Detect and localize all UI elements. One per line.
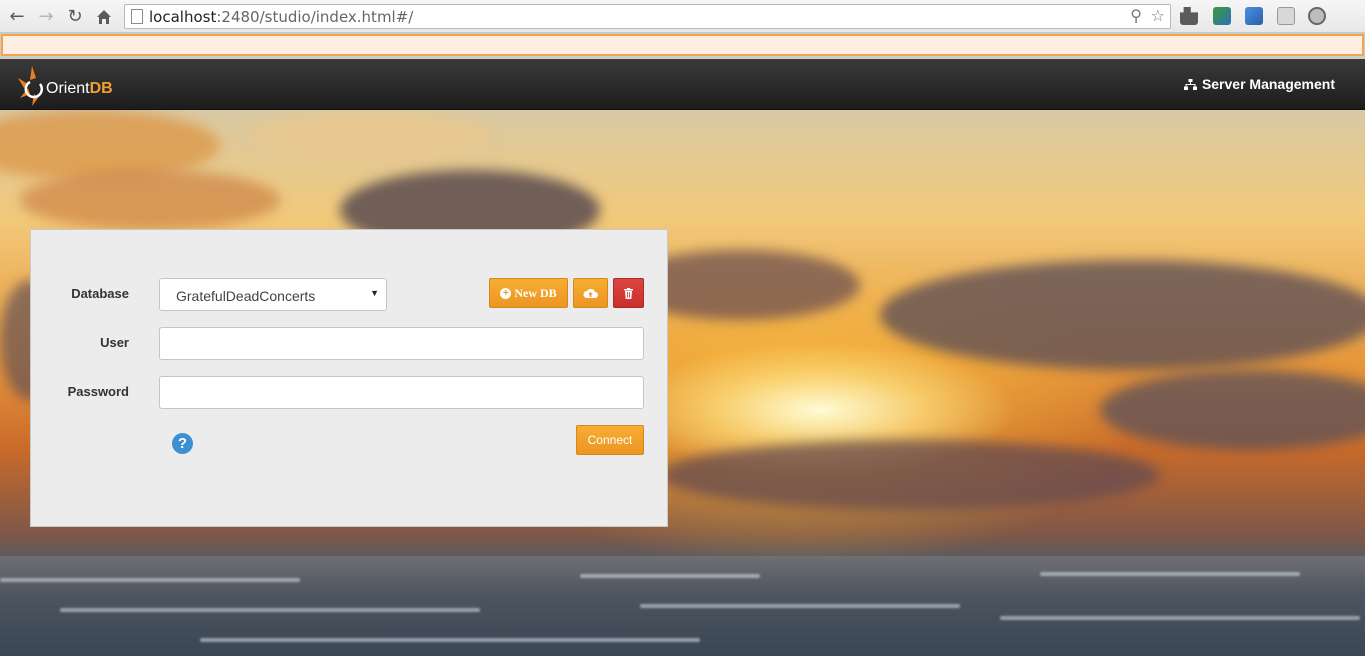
orientdb-logo[interactable]: OrientDB bbox=[16, 64, 113, 106]
star-icon[interactable]: ☆ bbox=[1151, 6, 1165, 25]
server-management-label: Server Management bbox=[1201, 76, 1335, 92]
logo-text-orient: Orient bbox=[46, 80, 90, 97]
help-icon[interactable]: ? bbox=[172, 433, 193, 454]
user-input[interactable] bbox=[159, 327, 644, 360]
url-text[interactable]: localhost:2480/studio/index.html#/ bbox=[149, 8, 413, 26]
server-management-link[interactable]: Server Management bbox=[1183, 76, 1335, 92]
password-input[interactable] bbox=[159, 376, 644, 409]
reload-icon: ↻ bbox=[67, 6, 83, 27]
plus-circle-icon: + bbox=[500, 287, 512, 299]
sea bbox=[0, 556, 1365, 656]
user-label: User bbox=[100, 335, 129, 350]
password-label: Password bbox=[67, 384, 129, 399]
trash-icon bbox=[624, 287, 633, 299]
arrow-right-icon: → bbox=[38, 6, 54, 27]
page-icon bbox=[131, 9, 143, 24]
logo-mark-icon bbox=[18, 66, 43, 106]
forward-button[interactable]: → bbox=[35, 6, 57, 28]
settings-icon[interactable] bbox=[1308, 7, 1326, 25]
app-navbar: OrientDB Server Management bbox=[0, 59, 1365, 110]
cloud-upload-icon bbox=[583, 288, 598, 298]
new-db-button[interactable]: + New DB bbox=[489, 278, 568, 308]
database-label: Database bbox=[71, 286, 129, 301]
back-button[interactable]: ← bbox=[6, 6, 28, 28]
home-button[interactable] bbox=[93, 6, 115, 28]
logo-text-db: DB bbox=[89, 80, 113, 97]
reload-button[interactable]: ↻ bbox=[64, 6, 86, 28]
import-db-button[interactable] bbox=[573, 278, 608, 308]
extensions-icon[interactable] bbox=[1180, 7, 1198, 25]
database-selected-value: GratefulDeadConcerts bbox=[176, 288, 316, 304]
new-db-label: New DB bbox=[514, 285, 557, 300]
key-icon[interactable]: ⚲ bbox=[1130, 6, 1142, 25]
connect-label: Connect bbox=[587, 433, 633, 447]
blocked-icon[interactable] bbox=[1277, 7, 1295, 25]
address-bar[interactable]: localhost:2480/studio/index.html#/ ⚲ ☆ bbox=[124, 4, 1171, 29]
arrow-left-icon: ← bbox=[9, 6, 25, 27]
browser-toolbar: ← → ↻ localhost:2480/studio/index.html#/… bbox=[0, 0, 1365, 33]
caret-down-icon: ▼ bbox=[370, 288, 379, 298]
delete-db-button[interactable] bbox=[613, 278, 644, 308]
database-select[interactable]: GratefulDeadConcerts ▼ bbox=[159, 278, 387, 311]
login-panel: Database GratefulDeadConcerts ▼ + New DB… bbox=[30, 229, 668, 527]
translate-icon[interactable] bbox=[1213, 7, 1231, 25]
connect-button[interactable]: Connect bbox=[576, 425, 644, 455]
sitemap-icon bbox=[1183, 78, 1197, 90]
home-icon bbox=[97, 10, 111, 24]
info-bar bbox=[1, 34, 1364, 56]
sync-icon[interactable] bbox=[1245, 7, 1263, 25]
